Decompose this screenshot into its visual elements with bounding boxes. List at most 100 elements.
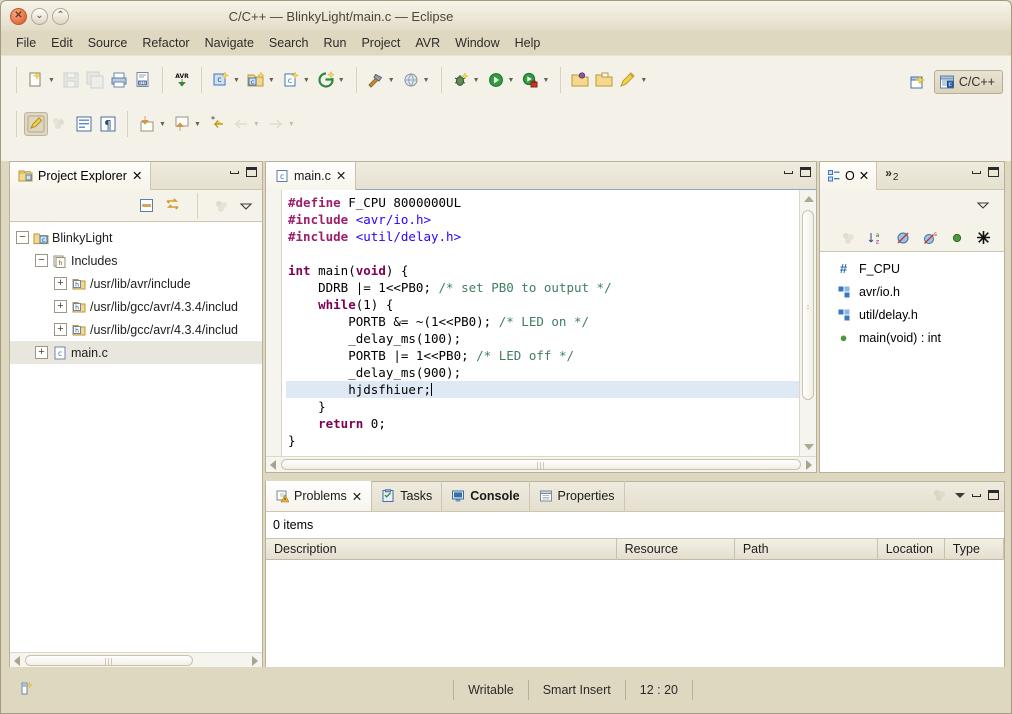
open-resource-button[interactable]	[568, 68, 592, 92]
view-menu-icon[interactable]	[976, 198, 990, 212]
chevron-down-icon[interactable]: ▼	[159, 121, 166, 128]
chevron-down-icon[interactable]: ▼	[268, 77, 275, 84]
toggle-block-selection-button[interactable]	[72, 112, 96, 136]
code-line[interactable]: _delay_ms(100);	[286, 330, 799, 347]
tree-item[interactable]: − c BlinkyLight	[10, 226, 262, 249]
scroll-left-icon[interactable]	[14, 655, 20, 666]
code-line[interactable]: #include <util/delay.h>	[286, 228, 799, 245]
collapse-icon[interactable]: −	[35, 254, 48, 267]
tab-console[interactable]: Console	[442, 481, 530, 511]
menu-edit[interactable]: Edit	[44, 34, 80, 52]
hide-static-icon[interactable]: s	[922, 230, 939, 246]
show-whitespace-button[interactable]: ¶	[96, 112, 120, 136]
close-icon[interactable]: ✕	[859, 168, 869, 183]
tab-outline[interactable]: O ✕	[820, 161, 878, 190]
outline-item[interactable]: # F_CPU	[820, 257, 1004, 280]
menu-source[interactable]: Source	[81, 34, 135, 52]
column-header-location[interactable]: Location	[878, 538, 945, 560]
maximize-view-icon[interactable]	[988, 490, 999, 500]
close-icon[interactable]: ✕	[336, 168, 346, 183]
binary-view-button[interactable]: 010	[131, 68, 155, 92]
maximize-view-icon[interactable]	[800, 167, 811, 177]
tree-item[interactable]: + h/usr/lib/gcc/avr/4.3.4/includ	[10, 295, 262, 318]
tab-overflow-chevron[interactable]: » 2	[877, 162, 906, 190]
code-line[interactable]: int main(void) {	[286, 262, 799, 279]
vscroll-thumb[interactable]	[802, 210, 814, 400]
menu-help[interactable]: Help	[508, 34, 548, 52]
chevron-down-icon[interactable]: ▼	[303, 77, 310, 84]
hide-macros-icon[interactable]	[975, 229, 992, 246]
view-menu-filter-icon[interactable]	[214, 198, 230, 214]
maximize-window-button[interactable]: ⌃	[52, 7, 69, 25]
tab-tasks[interactable]: Tasks	[372, 481, 443, 511]
build-button[interactable]	[364, 68, 388, 92]
editor-gutter[interactable]	[266, 190, 282, 456]
chevron-down-icon[interactable]: ▼	[508, 77, 515, 84]
search-tool-button[interactable]	[616, 68, 640, 92]
close-window-button[interactable]: ✕	[10, 7, 27, 25]
perspective-cpp-button[interactable]: c C/C++	[933, 70, 1003, 94]
editor-hscrollbar[interactable]	[266, 456, 816, 472]
tree-item[interactable]: + h/usr/lib/avr/include	[10, 272, 262, 295]
debug-button[interactable]	[449, 68, 473, 92]
column-header-resource[interactable]: Resource	[617, 538, 735, 560]
scroll-up-icon[interactable]	[804, 196, 814, 202]
tree-item[interactable]: − h Includes	[10, 249, 262, 272]
close-icon[interactable]: ✕	[132, 168, 142, 183]
source-code[interactable]: #define F_CPU 8000000UL #include <avr/io.…	[283, 190, 799, 456]
new-class-g-button[interactable]	[314, 68, 338, 92]
view-filter-icon[interactable]	[932, 487, 948, 503]
chevron-down-icon[interactable]: ▼	[423, 77, 430, 84]
code-line[interactable]: PORTB &= ~(1<<PB0); /* LED on */	[286, 313, 799, 330]
code-line[interactable]: while(1) {	[286, 296, 799, 313]
run-external-button[interactable]	[518, 68, 542, 92]
minimize-window-button[interactable]: ⌄	[31, 7, 48, 25]
menu-run[interactable]: Run	[317, 34, 354, 52]
new-c-class-button[interactable]: c	[209, 68, 233, 92]
minimize-view-icon[interactable]	[972, 170, 981, 174]
expand-icon[interactable]: +	[54, 300, 67, 313]
menu-refactor[interactable]: Refactor	[135, 34, 196, 52]
last-edit-location-button[interactable]: *	[205, 112, 229, 136]
scroll-right-icon[interactable]	[252, 655, 258, 666]
hscroll-thumb[interactable]	[281, 459, 801, 470]
chevron-down-icon[interactable]: ▼	[288, 121, 295, 128]
link-with-editor-icon[interactable]	[164, 197, 181, 214]
chevron-down-icon[interactable]: ▼	[542, 77, 549, 84]
code-line[interactable]: DDRB |= 1<<PB0; /* set PB0 to output */	[286, 279, 799, 296]
maximize-view-icon[interactable]	[246, 167, 257, 177]
collapse-icon[interactable]: −	[16, 231, 29, 244]
expand-icon[interactable]: +	[35, 346, 48, 359]
next-annotation-button[interactable]	[135, 112, 159, 136]
build-all-button[interactable]	[399, 68, 423, 92]
code-line[interactable]: }	[286, 398, 799, 415]
view-menu-icon[interactable]	[239, 199, 253, 213]
chevron-down-icon[interactable]: ▼	[640, 77, 647, 84]
toggle-mark-occurrences-button[interactable]	[24, 112, 48, 136]
code-line[interactable]: return 0;	[286, 415, 799, 432]
expand-icon[interactable]: +	[54, 323, 67, 336]
minimize-view-icon[interactable]	[972, 493, 981, 497]
chevron-down-icon[interactable]: ▼	[473, 77, 480, 84]
project-explorer-hscrollbar[interactable]	[10, 652, 262, 668]
expand-icon[interactable]: +	[54, 277, 67, 290]
chevron-down-icon[interactable]: ▼	[194, 121, 201, 128]
hide-fields-icon[interactable]	[895, 230, 911, 246]
column-header-path[interactable]: Path	[735, 538, 878, 560]
chevron-down-icon[interactable]: ▼	[388, 77, 395, 84]
code-line[interactable]	[286, 245, 799, 262]
view-menu-icon[interactable]	[955, 492, 965, 498]
code-line[interactable]: _delay_ms(900);	[286, 364, 799, 381]
menu-project[interactable]: Project	[354, 34, 407, 52]
menu-avr[interactable]: AVR	[408, 34, 447, 52]
new-c-file-button[interactable]: c	[279, 68, 303, 92]
open-perspective-button[interactable]	[906, 70, 930, 94]
outline-item[interactable]: avr/io.h	[820, 280, 1004, 303]
code-line[interactable]: PORTB |= 1<<PB0; /* LED off */	[286, 347, 799, 364]
print-button[interactable]	[107, 68, 131, 92]
code-line[interactable]: #include <avr/io.h>	[286, 211, 799, 228]
tree-item[interactable]: + h/usr/lib/gcc/avr/4.3.4/includ	[10, 318, 262, 341]
scroll-down-icon[interactable]	[804, 444, 814, 450]
tab-project-explorer[interactable]: Project Explorer ✕	[10, 161, 152, 190]
chevron-down-icon[interactable]: ▼	[233, 77, 240, 84]
